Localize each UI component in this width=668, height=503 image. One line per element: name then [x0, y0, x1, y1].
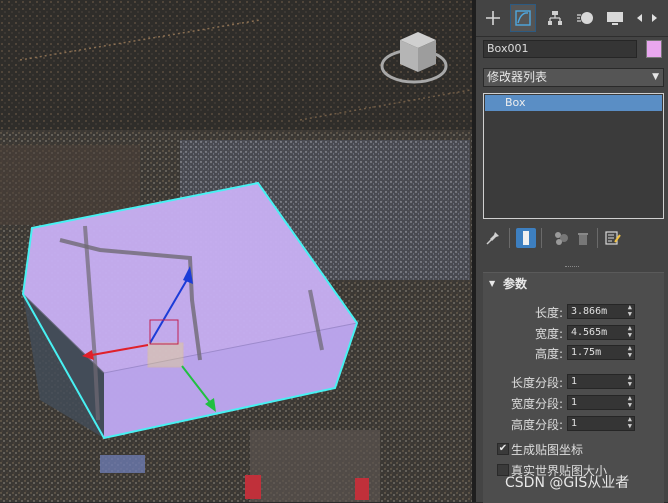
show-end-result-icon — [523, 231, 529, 245]
remove-modifier-icon — [578, 233, 588, 245]
height-label: 高度: — [534, 347, 563, 361]
toolbar-separator — [509, 228, 510, 248]
width-label: 宽度: — [534, 327, 563, 341]
watermark: CSDN @GIS从业者 — [505, 475, 630, 491]
toolbar-separator — [541, 228, 542, 248]
toolbar-separator — [597, 228, 598, 248]
tab-hierarchy[interactable] — [542, 4, 568, 32]
spinner-arrows-icon[interactable]: ▲ ▼ — [628, 374, 632, 388]
spinner-arrows-icon[interactable]: ▲ ▼ — [628, 325, 632, 339]
length-label: 长度: — [534, 306, 563, 320]
length-segments-spinner[interactable]: 1 ▲ ▼ — [567, 374, 635, 389]
modifier-list-dropdown[interactable]: 修改器列表 ▼ — [483, 68, 664, 87]
command-panel: Box001 修改器列表 ▼ Box ▼ 参数 长度: 3.866m ▲ ▼ 宽… — [476, 0, 668, 503]
display-icon — [607, 12, 623, 25]
height-value[interactable]: 1.75m — [571, 347, 601, 358]
panel-resize-grip[interactable] — [565, 266, 579, 269]
show-end-result-button[interactable] — [516, 228, 536, 248]
modifier-stack[interactable]: Box — [483, 93, 664, 219]
pin-stack-button[interactable] — [483, 228, 503, 248]
command-panel-tabs — [476, 0, 668, 37]
checkmark-icon: ✔ — [498, 443, 508, 454]
stack-item-box[interactable]: Box — [485, 95, 662, 111]
gen-mapping-checkbox[interactable]: ✔ — [497, 443, 509, 455]
gen-mapping-label[interactable]: 生成贴图坐标 — [511, 441, 583, 458]
width-segments-value[interactable]: 1 — [571, 397, 577, 408]
modifier-list-label: 修改器列表 — [487, 70, 548, 84]
height-segments-label: 高度分段: — [510, 418, 563, 432]
length-value[interactable]: 3.866m — [571, 306, 607, 317]
make-unique-button[interactable] — [551, 228, 571, 248]
remove-modifier-button[interactable] — [573, 228, 593, 248]
configure-modifier-sets-button[interactable] — [603, 228, 623, 248]
spinner-arrows-icon[interactable]: ▲ ▼ — [628, 345, 632, 359]
make-unique-icon — [555, 232, 568, 245]
width-value[interactable]: 4.565m — [571, 327, 607, 338]
modifier-stack-toolbar — [483, 226, 664, 250]
object-color-swatch[interactable] — [646, 40, 662, 58]
spinner-arrows-icon[interactable]: ▲ ▼ — [628, 416, 632, 430]
motion-icon — [577, 12, 593, 24]
parameters-rollout-header[interactable]: ▼ 参数 — [483, 273, 664, 295]
tab-motion[interactable] — [572, 4, 598, 32]
chevron-down-icon: ▼ — [652, 72, 659, 82]
spinner-arrows-icon[interactable]: ▲ ▼ — [628, 304, 632, 318]
pin-icon — [486, 232, 499, 245]
viewport-scene[interactable] — [0, 0, 472, 502]
length-segments-label: 长度分段: — [510, 376, 563, 390]
height-spinner[interactable]: 1.75m ▲ ▼ — [567, 345, 635, 360]
tab-create[interactable] — [480, 4, 506, 32]
plus-icon — [486, 11, 500, 25]
tab-scroll-right[interactable] — [648, 4, 662, 32]
width-spinner[interactable]: 4.565m ▲ ▼ — [567, 325, 635, 340]
tab-modify[interactable] — [510, 4, 536, 32]
parameters-title: 参数 — [503, 277, 528, 291]
rollout-collapse-icon: ▼ — [489, 279, 496, 288]
height-segments-spinner[interactable]: 1 ▲ ▼ — [567, 416, 635, 431]
length-segments-value[interactable]: 1 — [571, 376, 577, 387]
object-name-field[interactable]: Box001 — [483, 40, 637, 58]
modify-icon — [515, 10, 531, 26]
tab-display[interactable] — [602, 4, 628, 32]
perspective-viewport[interactable] — [0, 0, 472, 502]
tab-scroll-left[interactable] — [632, 4, 646, 32]
width-segments-label: 宽度分段: — [510, 397, 563, 411]
parameters-rollout: ▼ 参数 长度: 3.866m ▲ ▼ 宽度: 4.565m ▲ ▼ 高度: 1.7… — [483, 272, 664, 503]
length-spinner[interactable]: 3.866m ▲ ▼ — [567, 304, 635, 319]
width-segments-spinner[interactable]: 1 ▲ ▼ — [567, 395, 635, 410]
height-segments-value[interactable]: 1 — [571, 418, 577, 429]
hierarchy-icon — [548, 11, 562, 25]
chevron-left-icon — [637, 14, 642, 22]
configure-sets-icon — [605, 231, 621, 245]
spinner-arrows-icon[interactable]: ▲ ▼ — [628, 395, 632, 409]
chevron-right-icon — [652, 14, 657, 22]
